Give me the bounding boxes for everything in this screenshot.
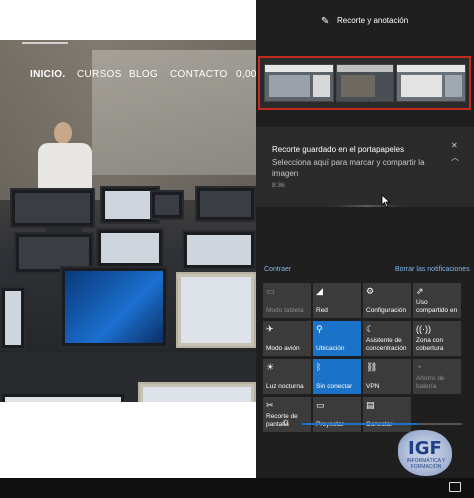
snip-preview-thumbnail[interactable] [258,56,471,110]
hotspot-icon: ((·)) [416,324,431,334]
action-center-icon[interactable] [449,482,461,492]
nav-active-underline [22,42,68,44]
nav-cursos[interactable]: CURSOS [77,69,122,80]
nav-inicio[interactable]: INICIO. [30,69,65,80]
nav-blog[interactable]: BLOG [129,69,158,80]
location-icon: ⚲ [316,324,323,334]
project-icon: ▭ [316,400,325,410]
notification-title: Recorte guardado en el portapapeles [272,145,405,154]
logo-text: IGF [408,438,442,459]
brightness-icon: ☼ [281,416,292,428]
airplane-icon: ✈ [266,324,274,334]
focus-assist-icon: ☾ [366,324,375,334]
night-light-icon: ☀ [266,362,275,372]
tablet-mode-icon: ▭ [266,286,275,296]
close-icon[interactable]: ✕ [451,141,458,150]
browser-website: INICIO. CURSOS BLOG CONTACTO 0,00 [0,0,256,478]
notification-group-header[interactable]: ✎ Recorte y anotación [256,0,474,46]
site-topbar [0,0,256,40]
settings-icon: ⚙ [366,286,375,296]
chevron-up-icon[interactable]: ︿ [451,152,459,163]
connect-icon: ▤ [366,400,375,410]
collapse-link[interactable]: Contraer [264,266,291,273]
quick-action-airplane-mode[interactable]: ✈ Modo avión [263,321,311,356]
notification-body: Selecciona aquí para marcar y compartir … [272,158,425,178]
brightness-slider-fill [302,423,418,425]
quick-action-network[interactable]: ◢ Red [313,283,361,318]
bluetooth-icon: ᛒ [316,362,322,372]
network-icon: ◢ [316,286,323,296]
action-center-panel: ✎ Recorte y anotación Recorte guardado e… [256,0,474,478]
quick-action-vpn[interactable]: ⛓ VPN [363,359,411,394]
nav-cart-total[interactable]: 0,00 [236,69,256,80]
quick-action-bluetooth[interactable]: ᛒ Sin conectar [313,359,361,394]
notification-group-title: Recorte y anotación [337,16,409,25]
hero-classroom-image [0,40,256,402]
snip-notification[interactable]: Recorte guardado en el portapapeles Sele… [256,127,474,207]
battery-saver-icon: ◔ [416,362,422,372]
igf-logo: IGF INFORMÁTICA Y FORMACIÓN [398,430,452,476]
quick-action-focus-assist[interactable]: ☾ Asistente de concentración [363,321,411,356]
quick-action-connect[interactable]: ▤ Conectar [363,397,411,432]
quick-action-location[interactable]: ⚲ Ubicación [313,321,361,356]
quick-action-nearby-share[interactable]: ⇗ Uso compartido en [413,283,461,318]
taskbar [0,478,474,498]
snip-sketch-icon: ✎ [321,16,330,27]
quick-action-project[interactable]: ▭ Proyectar [313,397,361,432]
divider [332,205,402,207]
quick-action-mobile-hotspot[interactable]: ((·)) Zona con cobertura [413,321,461,356]
logo-subtitle: INFORMÁTICA Y FORMACIÓN [406,458,446,470]
nav-contacto[interactable]: CONTACTO [170,69,228,80]
mouse-cursor-icon [381,194,391,208]
vpn-icon: ⛓ [366,362,378,372]
screen-snip-icon: ✂ [266,400,274,410]
quick-action-night-light[interactable]: ☀ Luz nocturna [263,359,311,394]
clear-notifications-link[interactable]: Borrar las notificaciones [395,266,470,273]
quick-action-battery-saver[interactable]: ◔ Ahorro de batería [413,359,461,394]
quick-action-settings[interactable]: ⚙ Configuración [363,283,411,318]
quick-action-tablet-mode[interactable]: ▭ Modo tableta [263,283,311,318]
nearby-share-icon: ⇗ [416,286,424,296]
notification-time: 8:36 [272,182,285,189]
